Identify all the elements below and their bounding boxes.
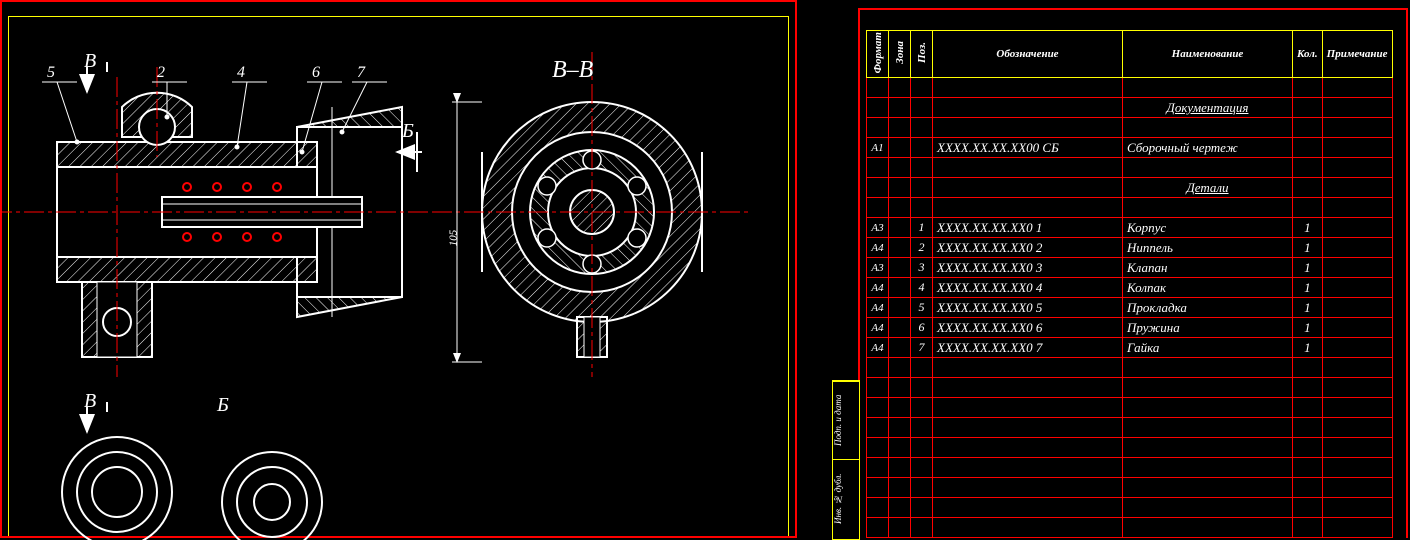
- side-tabs: Подп. и дата Инв. № дубл.: [832, 380, 860, 540]
- hdr-format: Формат: [867, 31, 889, 78]
- table-row: А31ХХХХ.ХХ.ХХ.ХХ0 1Корпус1: [867, 218, 1393, 238]
- section-label-bb: В–В: [552, 57, 593, 84]
- table-row: [867, 438, 1393, 458]
- table-row: [867, 458, 1393, 478]
- table-row: А33ХХХХ.ХХ.ХХ.ХХ0 3Клапан1: [867, 258, 1393, 278]
- table-row: [867, 418, 1393, 438]
- hdr-zone: Зона: [889, 31, 911, 78]
- table-row: А45ХХХХ.ХХ.ХХ.ХХ0 5Прокладка1: [867, 298, 1393, 318]
- table-row: [867, 378, 1393, 398]
- table-row: А46ХХХХ.ХХ.ХХ.ХХ0 6Пружина1: [867, 318, 1393, 338]
- table-row: [867, 358, 1393, 378]
- callout-6: 6: [312, 64, 320, 82]
- bom-sheet: Подп. и дата Инв. № дубл. Формат Зона По…: [858, 8, 1408, 538]
- bom-table: Формат Зона Поз. Обозначение Наименовани…: [866, 30, 1393, 538]
- section-arrow-b-cut2: Б: [217, 394, 229, 417]
- table-row: [867, 518, 1393, 538]
- section-header-row: Детали: [867, 178, 1393, 198]
- section-arrow-b-cut: Б: [402, 120, 414, 143]
- table-row: [867, 118, 1393, 138]
- table-row: [867, 78, 1393, 98]
- section-header-row: Документация: [867, 98, 1393, 118]
- table-row: А47ХХХХ.ХХ.ХХ.ХХ0 7Гайка1: [867, 338, 1393, 358]
- dimension-105: 105: [447, 230, 459, 247]
- hdr-qty: Кол.: [1293, 31, 1323, 78]
- side-tab-sign: Подп. и дата: [833, 381, 859, 459]
- table-row: [867, 478, 1393, 498]
- table-row: [867, 398, 1393, 418]
- table-row: [867, 498, 1393, 518]
- side-tab-inv: Инв. № дубл.: [833, 459, 859, 537]
- table-row: А42ХХХХ.ХХ.ХХ.ХХ0 2Ниппель1: [867, 238, 1393, 258]
- callout-4: 4: [237, 64, 245, 82]
- drawing-sheet: В–В В В Б Б 105 5 2 4 6 7: [0, 0, 797, 538]
- callout-5: 5: [47, 64, 55, 82]
- table-row: [867, 158, 1393, 178]
- hdr-note: Примечание: [1322, 31, 1392, 78]
- callout-2: 2: [157, 64, 165, 82]
- callout-7: 7: [357, 64, 365, 82]
- table-row: [867, 198, 1393, 218]
- section-arrow-b-bottom: В: [84, 390, 96, 413]
- section-arrow-b-top: В: [84, 50, 96, 73]
- hdr-pos: Поз.: [911, 31, 933, 78]
- technical-drawing: [2, 2, 799, 540]
- hdr-name: Наименование: [1123, 31, 1293, 78]
- table-row: А44ХХХХ.ХХ.ХХ.ХХ0 4Колпак1: [867, 278, 1393, 298]
- hdr-designation: Обозначение: [933, 31, 1123, 78]
- table-row: А1ХХХХ.ХХ.ХХ.ХХ00 СБСборочный чертеж: [867, 138, 1393, 158]
